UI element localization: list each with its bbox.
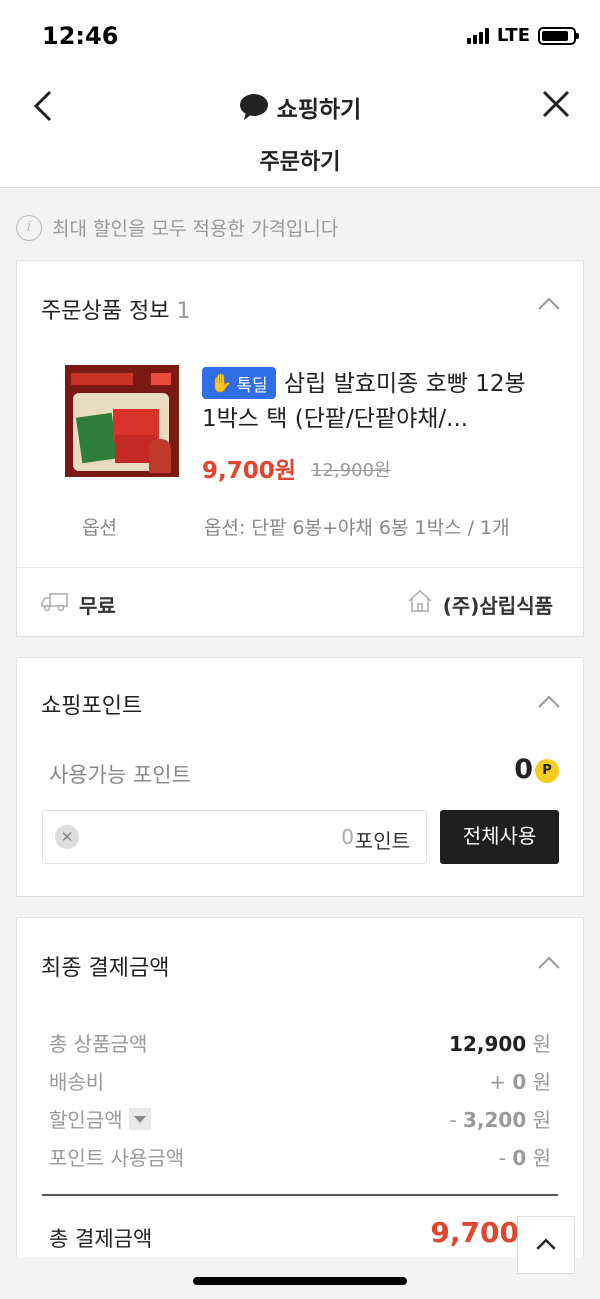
hand-wave-icon: ✋ bbox=[210, 372, 233, 394]
order-info-title-text: 주문상품 정보 bbox=[41, 299, 170, 324]
row-label: 포인트 사용금액 bbox=[49, 1146, 185, 1170]
order-item-count: 1 bbox=[176, 299, 191, 324]
divider bbox=[42, 1194, 558, 1196]
subheader-text: 주문하기 bbox=[259, 150, 341, 175]
page-subheader: 주문하기 bbox=[0, 148, 600, 188]
chevron-up-icon[interactable] bbox=[537, 695, 561, 709]
status-bar: 12:46 LTE bbox=[0, 0, 600, 72]
available-points-label: 사용가능 포인트 bbox=[49, 763, 191, 787]
dropdown-icon[interactable] bbox=[128, 1107, 151, 1130]
chevron-up-icon bbox=[536, 1238, 556, 1250]
shipping-fee-row: 배송비 + 0 원 bbox=[49, 1066, 551, 1094]
final-payment-title: 최종 결제금액 bbox=[41, 956, 170, 981]
home-icon bbox=[408, 589, 432, 612]
price-notice: i 최대 할인을 모두 적용한 가격입니다 bbox=[16, 214, 338, 241]
point-input-unit: 포인트 bbox=[354, 829, 410, 853]
chevron-up-icon[interactable] bbox=[537, 297, 561, 311]
row-value: - 0 원 bbox=[498, 1146, 551, 1170]
shopping-point-card: 쇼핑포인트 사용가능 포인트 0 P ✕ 0 포인트 전체사용 bbox=[16, 657, 584, 897]
row-value: - 3,200 원 bbox=[449, 1108, 551, 1132]
option-value: 옵션: 단팥 6봉+야채 6봉 1박스 / 1개 bbox=[204, 517, 510, 539]
total-product-amount-row: 총 상품금액 12,900 원 bbox=[49, 1028, 551, 1056]
seller-name[interactable]: (주)삼립식품 bbox=[443, 590, 553, 619]
order-info-card: 주문상품 정보 1 삼립 발효미종 호빵 12봉 1박스 택 (단팥/단팥야채/… bbox=[16, 260, 584, 637]
point-input[interactable]: ✕ 0 포인트 bbox=[42, 810, 427, 864]
row-value: + 0 원 bbox=[489, 1070, 551, 1094]
close-icon[interactable] bbox=[536, 84, 576, 128]
product-original-price: 12,900원 bbox=[311, 460, 391, 481]
point-usage-row: 포인트 사용금액 - 0 원 bbox=[49, 1142, 551, 1170]
discount-amount-row: 할인금액 - 3,200 원 bbox=[49, 1104, 551, 1132]
battery-icon bbox=[538, 26, 579, 45]
nav-title-text: 쇼핑하기 bbox=[276, 97, 362, 123]
available-points-value: 0 bbox=[514, 754, 533, 785]
divider bbox=[17, 567, 583, 568]
product-thumbnail[interactable] bbox=[65, 365, 179, 477]
truck-icon bbox=[41, 593, 68, 612]
row-label: 배송비 bbox=[49, 1070, 105, 1094]
home-indicator[interactable] bbox=[193, 1277, 407, 1285]
scroll-to-top-button[interactable] bbox=[517, 1216, 575, 1274]
info-icon: i bbox=[16, 214, 42, 241]
system-indicators: LTE bbox=[466, 25, 579, 46]
row-label: 총 상품금액 bbox=[49, 1032, 148, 1056]
signal-icon bbox=[466, 27, 489, 44]
order-info-title: 주문상품 정보 1 bbox=[41, 293, 190, 325]
final-payment-card: 최종 결제금액 총 상품금액 12,900 원 배송비 + 0 원 할인금액 -… bbox=[16, 917, 584, 1257]
notice-text: 최대 할인을 모두 적용한 가격입니다 bbox=[52, 218, 339, 240]
product-price: 9,700원 bbox=[202, 458, 296, 484]
row-value: 12,900 원 bbox=[449, 1032, 551, 1056]
point-input-value[interactable]: 0 bbox=[341, 825, 354, 849]
network-label: LTE bbox=[496, 25, 530, 46]
point-icon: P bbox=[535, 759, 559, 783]
chat-bubble-icon bbox=[239, 94, 268, 120]
nav-bar: 쇼핑하기 bbox=[0, 72, 600, 148]
chevron-up-icon[interactable] bbox=[537, 956, 561, 970]
nav-title: 쇼핑하기 bbox=[0, 90, 600, 124]
option-label: 옵션 bbox=[82, 517, 117, 539]
total-payment-value: 9,700 bbox=[430, 1216, 519, 1249]
row-label: 할인금액 bbox=[49, 1104, 151, 1133]
total-payment-label: 총 결제금액 bbox=[49, 1227, 153, 1251]
talkdeal-badge: ✋ 톡딜 bbox=[202, 367, 276, 399]
clear-icon[interactable]: ✕ bbox=[55, 825, 79, 849]
status-time: 12:46 bbox=[42, 22, 119, 50]
shipping-fee: 무료 bbox=[79, 594, 116, 618]
use-all-points-button[interactable]: 전체사용 bbox=[440, 810, 559, 864]
talkdeal-badge-text: 톡딜 bbox=[236, 375, 268, 396]
shopping-point-title: 쇼핑포인트 bbox=[41, 694, 143, 719]
